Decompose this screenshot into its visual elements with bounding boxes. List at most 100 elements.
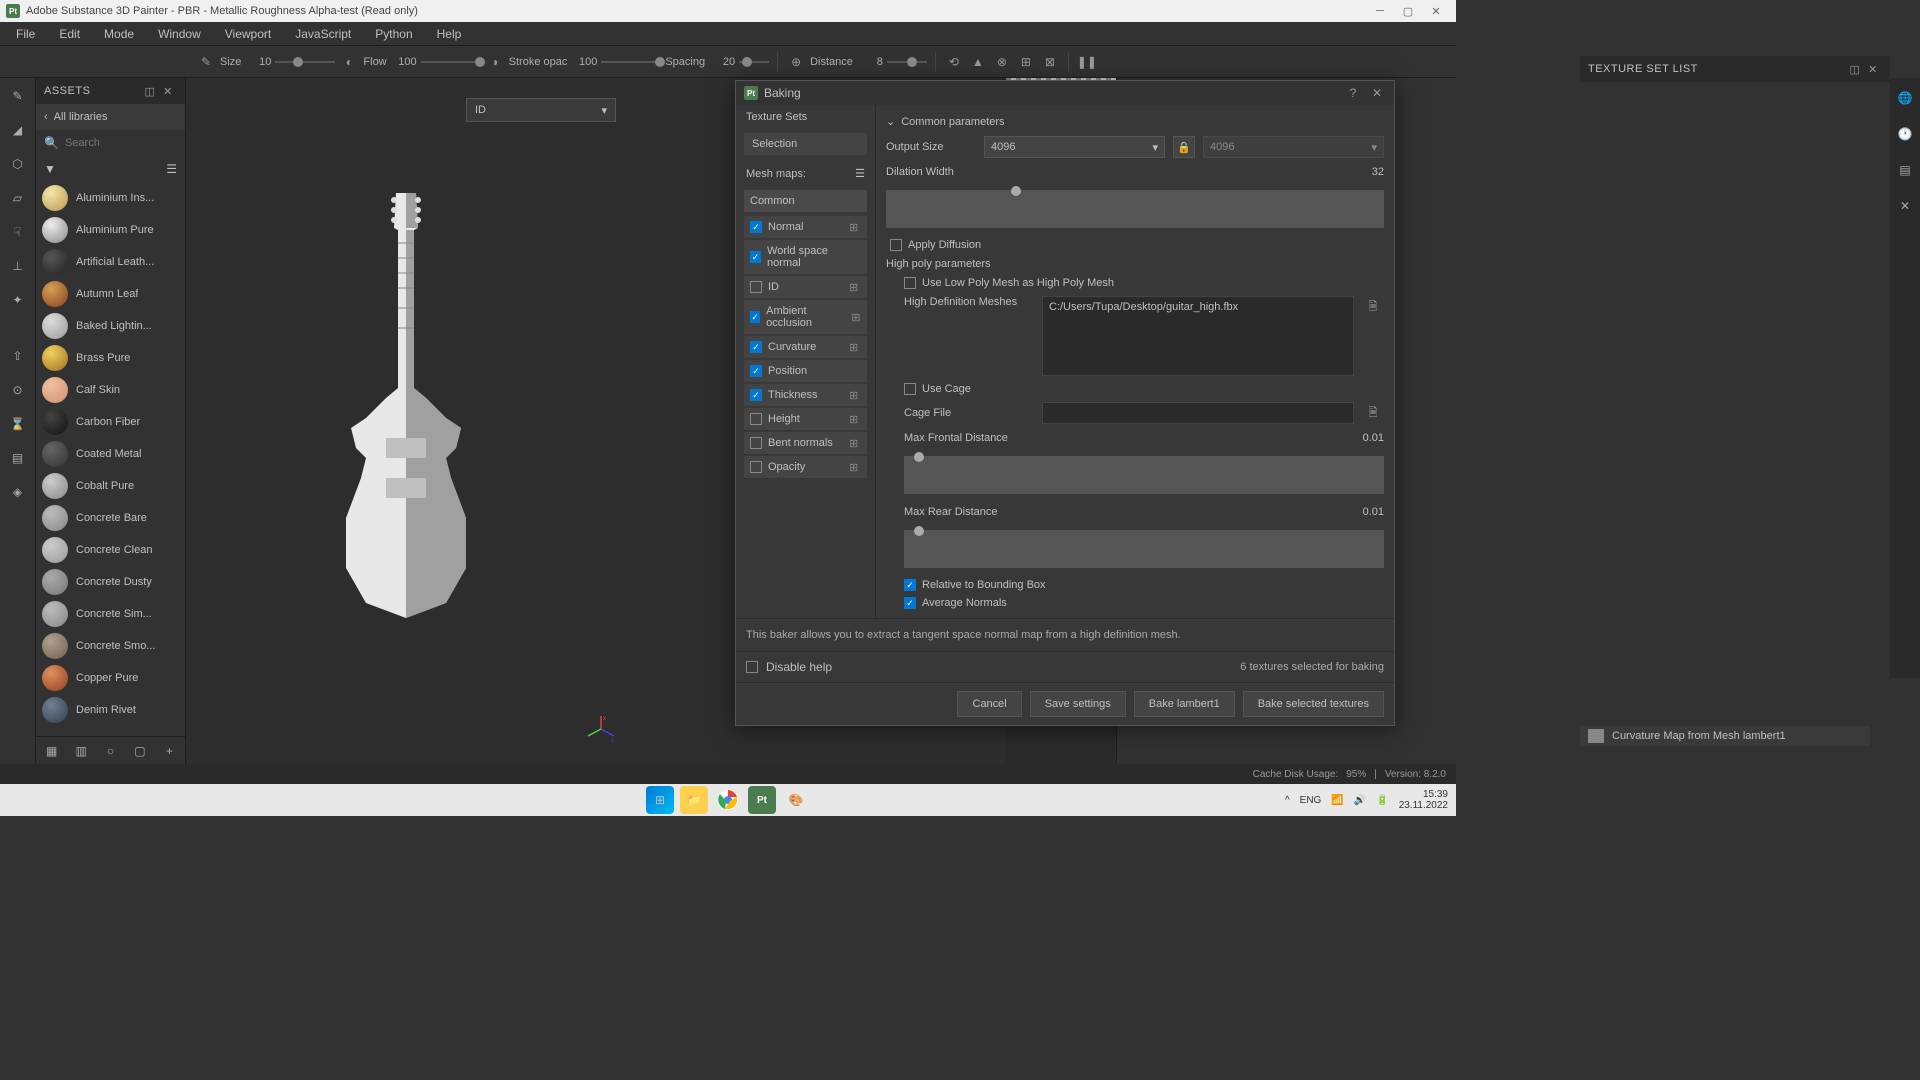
- asset-item[interactable]: Brass Pure: [36, 342, 185, 374]
- mesh-map-settings-icon[interactable]: ⊞: [849, 389, 861, 401]
- mesh-map-settings-icon[interactable]: ⊞: [849, 413, 861, 425]
- brush-preset-icon[interactable]: ✎: [196, 52, 216, 72]
- minimize-button[interactable]: ─: [1366, 0, 1394, 22]
- mirror-icon[interactable]: ▲: [968, 52, 988, 72]
- cancel-button[interactable]: Cancel: [957, 691, 1021, 717]
- tag-icon[interactable]: ◈: [6, 480, 30, 504]
- material-picker-icon[interactable]: ✦: [6, 288, 30, 312]
- average-normals-checkbox[interactable]: ✓: [904, 597, 916, 609]
- texture-set-item[interactable]: Curvature Map from Mesh lambert1: [1580, 726, 1870, 746]
- help-icon[interactable]: ?: [1344, 84, 1362, 102]
- list-view-icon[interactable]: ☰: [166, 162, 177, 176]
- mesh-map-settings-icon[interactable]: ⊞: [849, 437, 861, 449]
- wifi-icon[interactable]: 📶: [1331, 795, 1343, 806]
- start-button[interactable]: ⊞: [646, 786, 674, 814]
- max-rear-slider[interactable]: [904, 530, 1384, 568]
- file-explorer-icon[interactable]: 📁: [680, 786, 708, 814]
- menu-javascript[interactable]: JavaScript: [283, 23, 363, 45]
- bake-lambert-button[interactable]: Bake lambert1: [1134, 691, 1235, 717]
- lazy-mouse-icon[interactable]: ⊗: [992, 52, 1012, 72]
- mesh-map-checkbox[interactable]: [750, 437, 762, 449]
- mesh-map-item[interactable]: ✓Thickness⊞: [744, 384, 867, 406]
- asset-item[interactable]: Baked Lightin...: [36, 310, 185, 342]
- dilation-slider[interactable]: [886, 190, 1384, 228]
- distance-slider[interactable]: [887, 61, 927, 63]
- mesh-map-item[interactable]: ✓Curvature⊞: [744, 336, 867, 358]
- spacing-slider[interactable]: [739, 61, 769, 63]
- history-icon[interactable]: 🕐: [1893, 122, 1917, 146]
- mesh-map-checkbox[interactable]: ✓: [750, 311, 760, 323]
- mesh-map-checkbox[interactable]: [750, 461, 762, 473]
- menu-python[interactable]: Python: [363, 23, 424, 45]
- max-frontal-slider[interactable]: [904, 456, 1384, 494]
- output-size-select-2[interactable]: 4096: [1203, 136, 1384, 158]
- export-icon[interactable]: ⇧: [6, 344, 30, 368]
- symmetry-icon[interactable]: ⟲: [944, 52, 964, 72]
- relative-bbox-checkbox[interactable]: ✓: [904, 579, 916, 591]
- filter-icon[interactable]: ▼: [44, 162, 56, 176]
- footer-btn-1[interactable]: ▦: [42, 739, 61, 763]
- mesh-map-settings-icon[interactable]: ⊞: [851, 311, 861, 323]
- log-icon[interactable]: ▤: [1893, 158, 1917, 182]
- tray-chevron-icon[interactable]: ^: [1285, 795, 1290, 806]
- asset-item[interactable]: Cobalt Pure: [36, 470, 185, 502]
- eraser-tool-icon[interactable]: ◢: [6, 118, 30, 142]
- mesh-map-item[interactable]: ✓Position: [744, 360, 867, 382]
- save-settings-button[interactable]: Save settings: [1030, 691, 1126, 717]
- assets-list[interactable]: Aluminium Ins...Aluminium PureArtificial…: [36, 182, 185, 736]
- use-low-poly-checkbox[interactable]: [904, 277, 916, 289]
- mesh-map-checkbox[interactable]: ✓: [750, 389, 762, 401]
- flow-icon[interactable]: ◐: [339, 52, 359, 72]
- asset-item[interactable]: Aluminium Ins...: [36, 182, 185, 214]
- browse-cage-icon[interactable]: 🗎: [1362, 402, 1384, 424]
- asset-item[interactable]: Calf Skin: [36, 374, 185, 406]
- smudge-tool-icon[interactable]: ☟: [6, 220, 30, 244]
- mesh-map-checkbox[interactable]: ✓: [750, 365, 762, 377]
- projection-tool-icon[interactable]: ⬡: [6, 152, 30, 176]
- bake-selected-button[interactable]: Bake selected textures: [1243, 691, 1384, 717]
- paint-tool-icon[interactable]: ✎: [6, 84, 30, 108]
- selection-button[interactable]: Selection: [744, 133, 867, 155]
- asset-item[interactable]: Concrete Clean: [36, 534, 185, 566]
- mesh-map-checkbox[interactable]: ✓: [750, 251, 761, 263]
- asset-item[interactable]: Concrete Smo...: [36, 630, 185, 662]
- windows-taskbar[interactable]: ⊞ 📁 Pt 🎨 ^ ENG 📶 🔊 🔋 15:39 23.11.2022: [0, 784, 1456, 816]
- asset-item[interactable]: Autumn Leaf: [36, 278, 185, 310]
- undock-icon[interactable]: ◫: [141, 82, 159, 100]
- asset-item[interactable]: Coated Metal: [36, 438, 185, 470]
- mesh-map-checkbox[interactable]: [750, 281, 762, 293]
- battery-icon[interactable]: 🔋: [1376, 795, 1388, 806]
- world-icon[interactable]: 🌐: [1893, 86, 1917, 110]
- lock-icon[interactable]: 🔒: [1173, 136, 1195, 158]
- menu-help[interactable]: Help: [425, 23, 474, 45]
- menu-mode[interactable]: Mode: [92, 23, 146, 45]
- menu-edit[interactable]: Edit: [47, 23, 92, 45]
- hd-meshes-path-input[interactable]: C:/Users/Tupa/Desktop/guitar_high.fbx: [1042, 296, 1354, 376]
- axis-gizmo[interactable]: x z: [586, 714, 616, 744]
- add-asset-icon[interactable]: +: [160, 739, 179, 763]
- chrome-icon[interactable]: [714, 786, 742, 814]
- menu-viewport[interactable]: Viewport: [213, 23, 283, 45]
- cage-file-input[interactable]: [1042, 402, 1354, 424]
- mesh-map-settings-icon[interactable]: ⊞: [849, 341, 861, 353]
- substance-painter-taskbar-icon[interactable]: Pt: [748, 786, 776, 814]
- mesh-map-item[interactable]: Bent normals⊞: [744, 432, 867, 454]
- mesh-map-checkbox[interactable]: [750, 413, 762, 425]
- render-icon[interactable]: ⊙: [6, 378, 30, 402]
- asset-item[interactable]: Concrete Dusty: [36, 566, 185, 598]
- polygon-fill-icon[interactable]: ▱: [6, 186, 30, 210]
- baking-close-icon[interactable]: ✕: [1368, 84, 1386, 102]
- use-cage-checkbox[interactable]: [904, 383, 916, 395]
- close-panel-icon[interactable]: ✕: [159, 82, 177, 100]
- close-button[interactable]: ✕: [1422, 0, 1450, 22]
- close-right-icon[interactable]: ✕: [1893, 194, 1917, 218]
- mesh-map-checkbox[interactable]: ✓: [750, 341, 762, 353]
- alignment-icon[interactable]: ⊕: [786, 52, 806, 72]
- pause-icon[interactable]: ❚❚: [1077, 52, 1097, 72]
- footer-btn-4[interactable]: ▢: [130, 739, 149, 763]
- mesh-map-checkbox[interactable]: ✓: [750, 221, 762, 233]
- asset-item[interactable]: Concrete Bare: [36, 502, 185, 534]
- volume-icon[interactable]: 🔊: [1354, 795, 1366, 806]
- mesh-map-settings-icon[interactable]: ⊞: [849, 461, 861, 473]
- undock-texture-icon[interactable]: ◫: [1846, 60, 1864, 78]
